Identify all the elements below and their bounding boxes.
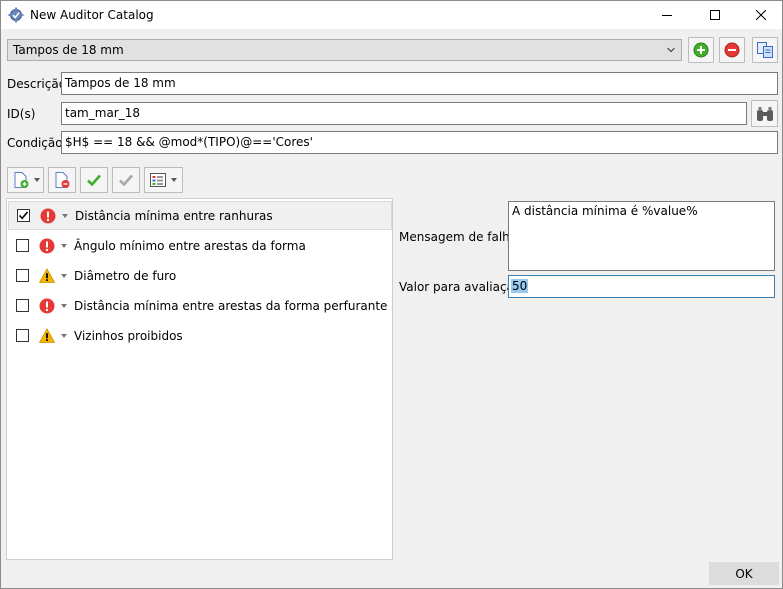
catalog-select[interactable]: Tampos de 18 mm: [7, 39, 682, 61]
rule-label: Vizinhos proibidos: [74, 328, 183, 343]
gear-check-icon: [8, 7, 24, 23]
search-ids-button[interactable]: [751, 100, 778, 127]
chevron-down-icon: [667, 47, 675, 53]
caret-down-icon[interactable]: [61, 333, 67, 338]
copy-icon: [757, 42, 773, 58]
caret-down-icon[interactable]: [61, 273, 67, 278]
rule-label: Ângulo mínimo entre arestas da forma: [74, 238, 306, 253]
error-icon: [39, 238, 55, 253]
ok-button[interactable]: OK: [709, 562, 779, 585]
rule-checkbox[interactable]: [16, 239, 29, 252]
caret-down-icon[interactable]: [61, 243, 67, 248]
rule-row[interactable]: Vizinhos proibidos: [8, 321, 392, 350]
condicao-label: Condição: [7, 136, 63, 150]
failure-message-label: Mensagem de falha: [399, 230, 518, 244]
window-title: New Auditor Catalog: [30, 8, 154, 22]
caret-down-icon[interactable]: [61, 303, 67, 308]
binoculars-icon: [756, 106, 773, 121]
close-button[interactable]: [738, 1, 783, 29]
add-catalog-button[interactable]: [688, 37, 714, 63]
remove-icon: [724, 42, 740, 58]
descricao-label: Descrição: [7, 77, 67, 91]
delete-document-icon: [55, 172, 70, 188]
close-icon: [756, 10, 766, 20]
warning-icon: [39, 267, 55, 283]
title-bar: New Auditor Catalog: [1, 1, 782, 29]
check-gray-icon: [119, 174, 133, 187]
remove-rule-button[interactable]: [48, 167, 76, 193]
minimize-button[interactable]: [644, 1, 690, 29]
rule-row[interactable]: Diâmetro de furo: [8, 261, 392, 290]
maximize-button[interactable]: [692, 1, 738, 29]
caret-down-icon[interactable]: [62, 213, 68, 218]
caret-down-icon: [34, 178, 40, 182]
check-green-icon: [87, 174, 101, 187]
rules-list: Distância mínima entre ranhuras Ângulo m…: [6, 198, 393, 560]
condicao-input[interactable]: $H$ == 18 && @mod*(TIPO)@=='Cores': [61, 131, 778, 154]
new-document-icon: [14, 172, 29, 188]
rule-checkbox[interactable]: [16, 329, 29, 342]
descricao-input[interactable]: Tampos de 18 mm: [61, 72, 778, 95]
checkmark-icon: [18, 211, 29, 220]
auditor-catalog-window: New Auditor Catalog Tampos de 18 mm Desc…: [0, 0, 783, 589]
rule-label: Distância mínima entre ranhuras: [75, 208, 273, 223]
rule-row[interactable]: Ângulo mínimo entre arestas da forma: [8, 231, 392, 260]
eval-value-input[interactable]: 50: [508, 275, 775, 298]
grid-list-icon: [150, 173, 166, 187]
rule-label: Distância mínima entre arestas da forma …: [74, 298, 388, 313]
rule-checkbox[interactable]: [16, 299, 29, 312]
ids-label: ID(s): [7, 107, 36, 121]
view-options-button[interactable]: [144, 167, 183, 193]
error-icon: [39, 298, 55, 313]
add-rule-button[interactable]: [7, 167, 44, 193]
error-icon: [40, 208, 56, 223]
rule-checkbox[interactable]: [16, 269, 29, 282]
eval-value-text: 50: [511, 279, 529, 293]
remove-catalog-button[interactable]: [719, 37, 745, 63]
maximize-icon: [710, 10, 720, 20]
warning-icon: [39, 327, 55, 343]
rule-row[interactable]: Distância mínima entre ranhuras: [8, 201, 392, 230]
rule-checkbox[interactable]: [17, 209, 30, 222]
caret-down-icon: [171, 178, 177, 182]
failure-message-input[interactable]: A distância mínima é %value%: [508, 201, 775, 271]
check-all-button[interactable]: [80, 167, 108, 193]
eval-value-label: Valor para avaliação: [399, 280, 522, 294]
rule-row[interactable]: Distância mínima entre arestas da forma …: [8, 291, 392, 320]
add-icon: [693, 42, 709, 58]
catalog-select-value: Tampos de 18 mm: [13, 43, 124, 57]
minimize-icon: [662, 15, 672, 16]
ids-input[interactable]: tam_mar_18: [61, 102, 747, 125]
uncheck-all-button[interactable]: [112, 167, 140, 193]
duplicate-catalog-button[interactable]: [752, 37, 778, 63]
rule-label: Diâmetro de furo: [74, 268, 177, 283]
